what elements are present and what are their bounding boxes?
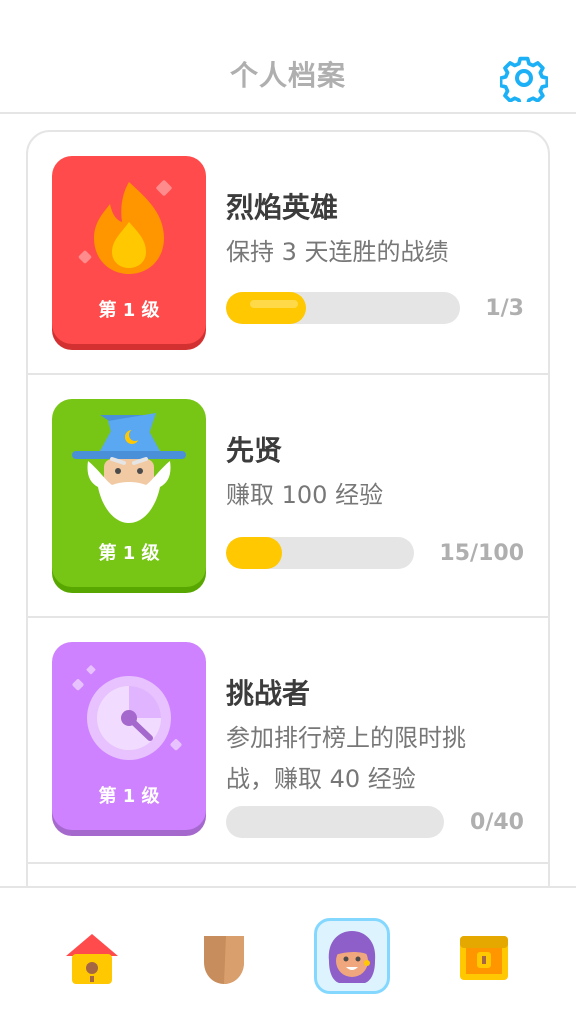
avatar-icon — [328, 931, 376, 983]
nav-home[interactable] — [54, 918, 130, 994]
badge-level-label: 第 1 级 — [98, 543, 160, 564]
clock-icon — [72, 665, 182, 760]
achievement-item-sage[interactable]: 第 1 级 先贤 赚取 100 经验 15/100 — [28, 375, 548, 618]
progress-fill — [226, 292, 306, 324]
shield-icon — [204, 936, 244, 984]
achievement-title: 先贤 — [226, 434, 283, 467]
achievement-description: 保持 3 天连胜的战绩 — [226, 238, 449, 266]
page-title: 个人档案 — [229, 59, 346, 92]
birdhouse-icon — [66, 934, 118, 984]
progress-count: 1/3 — [485, 296, 524, 321]
progress-bar — [226, 537, 414, 569]
achievement-description: 赚取 100 经验 — [226, 481, 384, 509]
bottom-navigation — [0, 886, 576, 1024]
achievement-title: 挑战者 — [226, 677, 311, 710]
achievement-badge: 第 1 级 — [52, 399, 206, 587]
progress-count: 0/40 — [470, 810, 524, 835]
progress-bar — [226, 292, 460, 324]
progress-bar — [226, 806, 444, 838]
achievement-item-challenger[interactable]: 第 1 级 挑战者 参加排行榜上的限时挑 战，赚取 40 经验 0/40 — [28, 618, 548, 864]
flame-icon — [78, 180, 172, 274]
progress-count: 15/100 — [439, 541, 524, 566]
nav-league[interactable] — [186, 918, 262, 994]
achievement-item-wildfire[interactable]: 第 1 级 烈焰英雄 保持 3 天连胜的战绩 1/3 — [28, 132, 548, 375]
progress-fill — [226, 537, 283, 569]
nav-profile[interactable] — [314, 918, 390, 994]
nav-shop[interactable] — [446, 918, 522, 994]
achievement-title: 烈焰英雄 — [226, 191, 339, 224]
gear-icon[interactable] — [500, 54, 548, 102]
achievement-badge: 第 1 级 — [52, 642, 206, 830]
wizard-icon — [72, 413, 186, 523]
badge-level-label: 第 1 级 — [98, 300, 160, 321]
achievement-badge: 第 1 级 — [52, 156, 206, 344]
treasure-chest-icon — [460, 936, 508, 980]
badge-level-label: 第 1 级 — [98, 786, 160, 807]
achievement-description: 参加排行榜上的限时挑 战，赚取 40 经验 — [226, 724, 466, 793]
top-bar: 个人档案 — [0, 0, 576, 114]
